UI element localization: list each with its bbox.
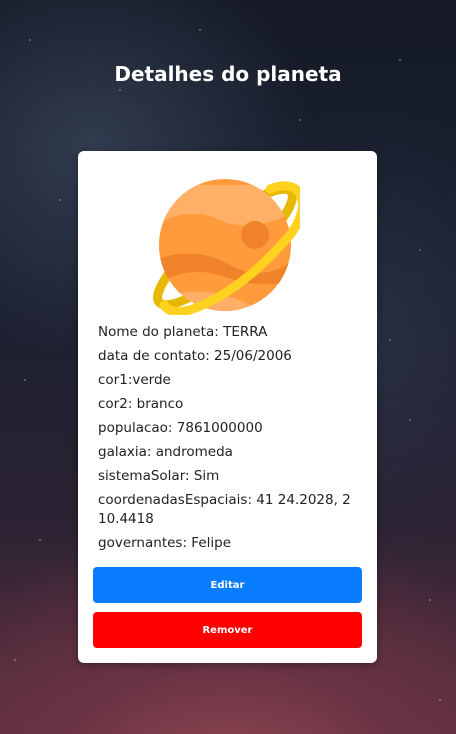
planet-info-list: Nome do planeta: TERRA data de contato: … <box>98 323 358 558</box>
color1-field: cor1:verde <box>98 372 171 388</box>
remove-button[interactable]: Remover <box>93 612 362 648</box>
contact-date-field: data de contato: 25/06/2006 <box>98 348 292 364</box>
ringed-planet-icon <box>153 179 300 315</box>
edit-button[interactable]: Editar <box>93 567 362 603</box>
page-title: Detalhes do planeta <box>114 62 342 86</box>
rulers-field: governantes: Felipe <box>98 535 232 551</box>
galaxy-field: galaxia: andromeda <box>98 444 233 460</box>
color2-field: cor2: branco <box>98 396 184 412</box>
coordinates-field: coordenadasEspaciais: 41 24.2028, 2 10.4… <box>98 492 351 527</box>
solar-system-field: sistemaSolar: Sim <box>98 468 220 484</box>
population-field: populacao: 7861000000 <box>98 420 263 436</box>
planet-details-card: Nome do planeta: TERRA data de contato: … <box>78 151 377 663</box>
planet-name-field: Nome do planeta: TERRA <box>98 324 268 340</box>
